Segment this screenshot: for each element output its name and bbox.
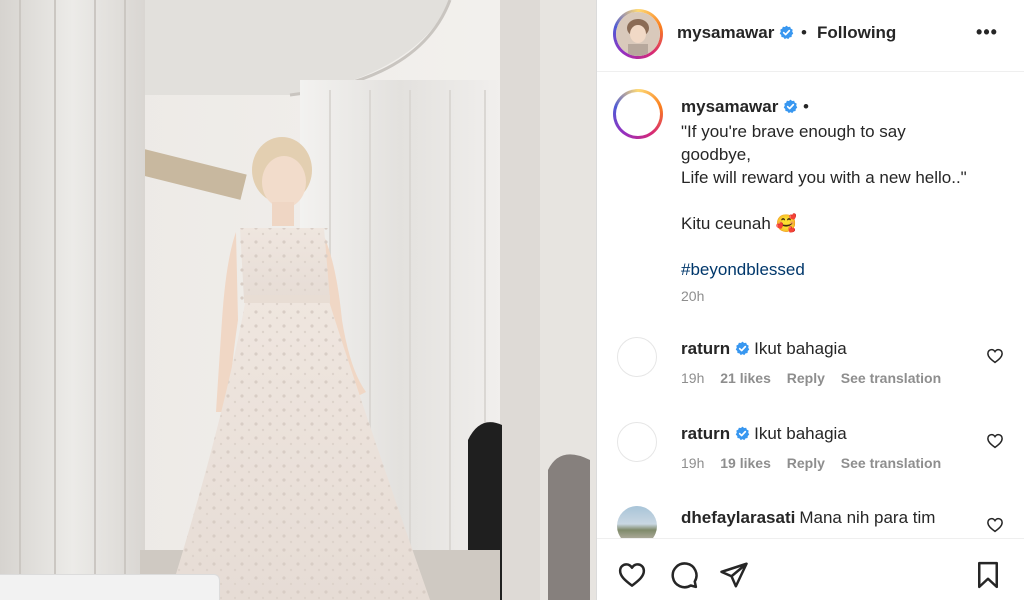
comment-body: raturn Ikut bahagia: [681, 424, 847, 444]
comment-time[interactable]: 19h: [681, 455, 704, 471]
comment-username[interactable]: dhefaylarasati: [681, 508, 795, 527]
comment-like-heart-icon[interactable]: [986, 347, 1004, 365]
comment-username[interactable]: raturn: [681, 339, 730, 358]
comment-item: raturn Ikut bahagia 19h 19 likes Reply Se…: [597, 422, 1024, 502]
caption-line-text: Kitu ceunah: [681, 214, 771, 233]
avatar-photo: [616, 12, 660, 56]
comment-time[interactable]: 19h: [681, 370, 704, 386]
verified-badge-icon: [780, 25, 794, 40]
comment-meta: 19h 19 likes Reply See translation: [681, 455, 953, 471]
caption-author-username[interactable]: mysamawar: [681, 97, 798, 117]
caption-line: goodbye,: [681, 145, 751, 164]
post-image: [0, 0, 596, 600]
caption-line: Life will reward you with a new hello..": [681, 168, 967, 187]
horizontal-scrollbar[interactable]: [0, 574, 220, 600]
smiling-hearts-emoji-icon: 🥰: [775, 214, 797, 233]
post-header: mysamawar • Following •••: [597, 0, 1024, 72]
post-side-panel: mysamawar • Following ••• mysamawar • "I…: [596, 0, 1024, 600]
hashtag-link[interactable]: #beyondblessed: [681, 258, 1001, 281]
author-username[interactable]: mysamawar: [677, 23, 794, 43]
comment-avatar[interactable]: [617, 506, 657, 538]
verified-badge-icon: [735, 426, 750, 441]
comment-item: raturn Ikut bahagia 19h 21 likes Reply Se…: [597, 337, 1024, 417]
comment-text: Mana nih para tim: [799, 508, 936, 527]
caption-author-username-text[interactable]: mysamawar: [681, 97, 778, 116]
header-separator: •: [801, 23, 807, 42]
heart-icon[interactable]: [617, 560, 647, 590]
comment-bubble-icon[interactable]: [669, 560, 699, 590]
caption-text: "If you're brave enough to say goodbye, …: [681, 120, 1001, 281]
comment-body: dhefaylarasati Mana nih para tim: [681, 508, 935, 528]
caption-separator: •: [803, 97, 809, 116]
post-timestamp[interactable]: 20h: [681, 288, 704, 304]
verified-badge-icon: [735, 341, 750, 356]
more-options-icon[interactable]: •••: [972, 22, 1002, 44]
comment-text: Ikut bahagia: [754, 339, 847, 358]
caption-author-avatar[interactable]: [613, 89, 663, 139]
reply-button[interactable]: Reply: [787, 370, 825, 386]
see-translation-button[interactable]: See translation: [841, 455, 941, 471]
see-translation-button[interactable]: See translation: [841, 370, 941, 386]
comment-item: dhefaylarasati Mana nih para tim: [597, 506, 1024, 538]
caption-line: Kitu ceunah 🥰: [681, 212, 1001, 235]
author-avatar[interactable]: [613, 9, 663, 59]
post-photo[interactable]: [0, 0, 596, 600]
bookmark-icon[interactable]: [973, 560, 1003, 590]
following-button[interactable]: Following: [817, 23, 896, 43]
author-username-text[interactable]: mysamawar: [677, 23, 774, 42]
comment-like-heart-icon[interactable]: [986, 516, 1004, 534]
comment-meta: 19h 21 likes Reply See translation: [681, 370, 953, 386]
comment-text: Ikut bahagia: [754, 424, 847, 443]
comment-likes[interactable]: 19 likes: [720, 455, 771, 471]
comment-avatar[interactable]: [617, 422, 657, 462]
comment-username[interactable]: raturn: [681, 424, 730, 443]
comment-body: raturn Ikut bahagia: [681, 339, 847, 359]
comment-like-heart-icon[interactable]: [986, 432, 1004, 450]
comment-avatar[interactable]: [617, 337, 657, 377]
comment-likes[interactable]: 21 likes: [720, 370, 771, 386]
reply-button[interactable]: Reply: [787, 455, 825, 471]
caption-line: "If you're brave enough to say: [681, 122, 906, 141]
post-action-bar: [597, 538, 1024, 600]
verified-badge-icon: [784, 99, 798, 114]
paper-plane-icon[interactable]: [719, 560, 749, 590]
